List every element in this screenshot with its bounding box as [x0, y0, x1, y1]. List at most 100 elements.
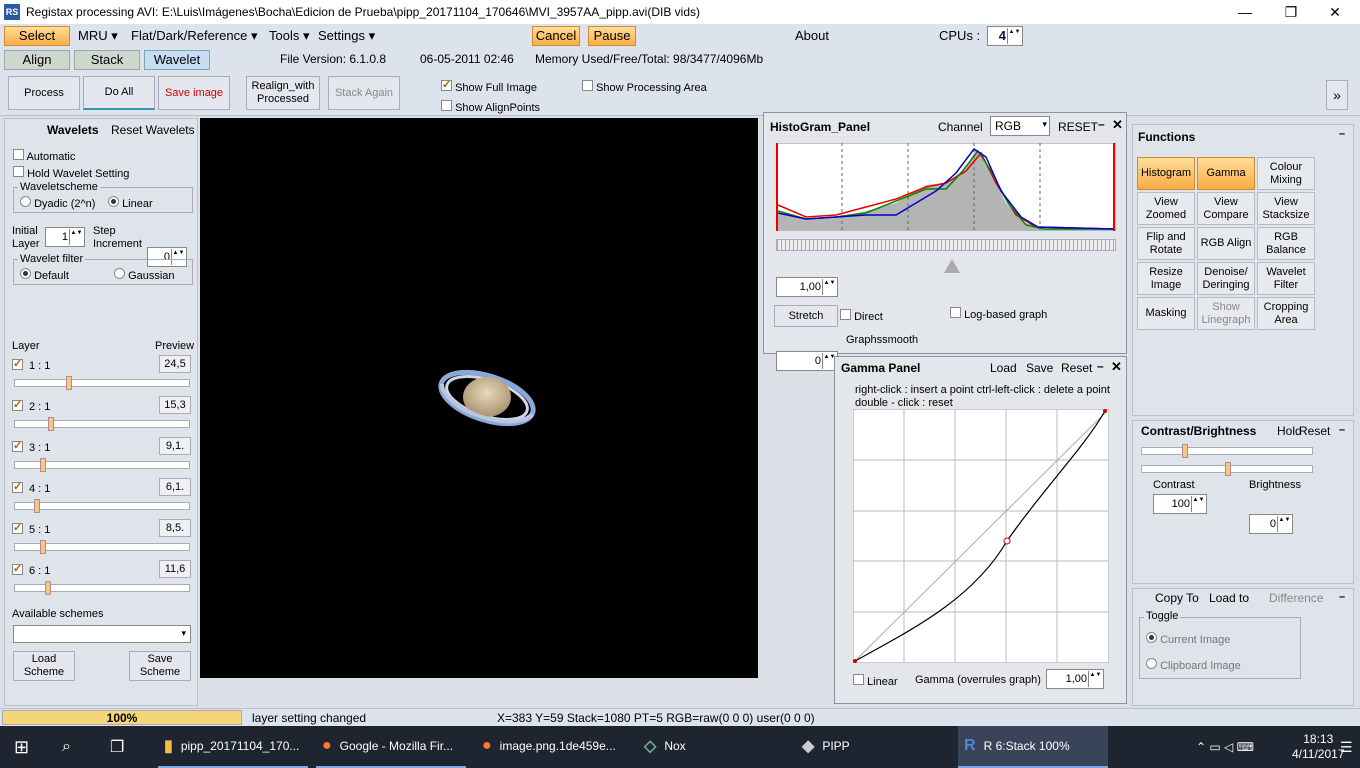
collapse-icon[interactable]: – — [1339, 128, 1345, 140]
taskbar-item[interactable]: ◇ Nox — [638, 726, 788, 768]
wavelet-filter-button[interactable]: Wavelet Filter — [1257, 262, 1315, 295]
view-zoomed-button[interactable]: View Zoomed — [1137, 192, 1195, 225]
tray-icons[interactable]: ⌃ ▭ ◁ ⌨ — [1196, 726, 1254, 768]
gamma-button[interactable]: Gamma — [1197, 157, 1255, 190]
do-all-button[interactable]: Do All — [83, 76, 155, 110]
cropping-area-button[interactable]: Cropping Area — [1257, 297, 1315, 330]
maximize-icon[interactable]: ❐ — [1268, 2, 1314, 22]
layer-slider[interactable] — [14, 581, 190, 595]
search-icon[interactable]: ⌕ — [62, 726, 71, 768]
menu-tools[interactable]: Tools ▾ — [269, 28, 310, 44]
close-icon[interactable]: ✕ — [1111, 359, 1122, 375]
layer-slider[interactable] — [14, 540, 190, 554]
taskbar-item[interactable]: ▮ pipp_20171104_170... — [158, 726, 308, 768]
clipboard-image-radio[interactable]: Clipboard Image — [1146, 658, 1241, 672]
task-view-icon[interactable]: ❐ — [110, 726, 124, 768]
histogram-value-spinner[interactable]: 1,00 — [776, 277, 838, 297]
log-graph-checkbox[interactable]: Log-based graph — [950, 307, 1047, 321]
cancel-button[interactable]: Cancel — [532, 26, 580, 46]
show-processing-area-checkbox[interactable]: Show Processing Area — [582, 80, 707, 94]
reset-wavelets-button[interactable]: Reset Wavelets — [111, 123, 195, 137]
rgb-align-button[interactable]: RGB Align — [1197, 227, 1255, 260]
collapse-icon[interactable]: – — [1339, 424, 1345, 436]
close-icon[interactable]: ✕ — [1312, 2, 1358, 22]
layer-enabled-checkbox[interactable] — [12, 439, 23, 452]
gamma-curve-graph[interactable] — [853, 409, 1109, 663]
gamma-save-button[interactable]: Save — [1026, 361, 1053, 375]
expand-panel-button[interactable]: » — [1326, 80, 1348, 110]
denoise-deringing-button[interactable]: Denoise/ Deringing — [1197, 262, 1255, 295]
direct-checkbox[interactable]: Direct — [840, 309, 883, 323]
resize-image-button[interactable]: Resize Image — [1137, 262, 1195, 295]
slider-triangle-icon[interactable] — [944, 259, 960, 273]
linear-radio[interactable]: Linear — [108, 196, 153, 210]
histogram-min-spinner[interactable]: 0 — [776, 351, 838, 371]
histogram-reset-button[interactable]: RESET — [1058, 120, 1098, 134]
clock[interactable]: 18:13 4/11/2017 — [1292, 732, 1345, 762]
view-compare-button[interactable]: View Compare — [1197, 192, 1255, 225]
layer-enabled-checkbox[interactable] — [12, 562, 23, 575]
menu-settings[interactable]: Settings ▾ — [318, 28, 375, 44]
default-radio[interactable]: Default — [20, 268, 69, 282]
notification-icon[interactable]: ☰ — [1340, 726, 1353, 768]
layer-enabled-checkbox[interactable] — [12, 521, 23, 534]
collapse-icon[interactable]: – — [1097, 359, 1104, 373]
rgb-balance-button[interactable]: RGB Balance — [1257, 227, 1315, 260]
menu-flat-dark-reference[interactable]: Flat/Dark/Reference ▾ — [131, 28, 257, 44]
slider-thumb[interactable] — [1182, 444, 1188, 458]
slider-thumb[interactable] — [44, 581, 51, 595]
stack-again-button[interactable]: Stack Again — [328, 76, 400, 110]
masking-button[interactable]: Masking — [1137, 297, 1195, 330]
schemes-dropdown[interactable]: ▾ — [13, 625, 191, 643]
minimize-icon[interactable]: — — [1222, 2, 1268, 22]
pause-button[interactable]: Pause — [588, 26, 636, 46]
layer-enabled-checkbox[interactable] — [12, 398, 23, 411]
slider-thumb[interactable] — [39, 540, 46, 554]
collapse-icon[interactable]: – — [1339, 591, 1345, 603]
histogram-range-slider[interactable] — [776, 239, 1116, 251]
flip-rotate-button[interactable]: Flip and Rotate — [1137, 227, 1195, 260]
slider-thumb[interactable] — [39, 458, 46, 472]
automatic-checkbox[interactable]: Automatic — [13, 149, 75, 163]
taskbar-item[interactable]: R R 6:Stack 100% — [958, 726, 1108, 768]
gamma-linear-checkbox[interactable]: Linear — [853, 674, 898, 688]
collapse-icon[interactable]: – — [1098, 117, 1105, 131]
load-to-button[interactable]: Load to — [1209, 591, 1249, 605]
save-scheme-button[interactable]: Save Scheme — [129, 651, 191, 681]
taskbar-item[interactable]: ◆ PIPP — [796, 726, 946, 768]
realign-button[interactable]: Realign_with Processed — [246, 76, 320, 110]
windows-start-icon[interactable]: ⊞ — [14, 726, 29, 768]
current-image-radio[interactable]: Current Image — [1146, 632, 1230, 646]
colour-mixing-button[interactable]: Colour Mixing — [1257, 157, 1315, 190]
histogram-graph[interactable] — [776, 143, 1116, 231]
gamma-load-button[interactable]: Load — [990, 361, 1017, 375]
show-full-image-checkbox[interactable]: Show Full Image — [441, 78, 537, 94]
copy-to-button[interactable]: Copy To — [1155, 591, 1199, 605]
dyadic-radio[interactable]: Dyadic (2^n) — [20, 196, 95, 210]
menu-about[interactable]: About — [795, 28, 829, 43]
brightness-slider[interactable] — [1141, 462, 1313, 476]
select-button[interactable]: Select — [4, 26, 70, 46]
hold-wavelet-checkbox[interactable]: Hold Wavelet Setting — [13, 166, 129, 180]
show-linegraph-button[interactable]: Show Linegraph — [1197, 297, 1255, 330]
load-scheme-button[interactable]: Load Scheme — [13, 651, 75, 681]
close-icon[interactable]: ✕ — [1112, 117, 1123, 133]
brightness-spinner[interactable]: 0 — [1249, 514, 1293, 534]
tab-wavelet[interactable]: Wavelet — [144, 50, 210, 70]
difference-button[interactable]: Difference — [1269, 591, 1323, 605]
tab-stack[interactable]: Stack — [74, 50, 140, 70]
taskbar-item[interactable]: ● Google - Mozilla Fir... — [316, 726, 466, 768]
layer-slider[interactable] — [14, 458, 190, 472]
slider-thumb[interactable] — [1225, 462, 1231, 476]
layer-slider[interactable] — [14, 376, 190, 390]
gamma-value-spinner[interactable]: 1,00 — [1046, 669, 1104, 689]
contrast-spinner[interactable]: 100 — [1153, 494, 1207, 514]
layer-enabled-checkbox[interactable] — [12, 357, 23, 370]
gamma-reset-button[interactable]: Reset — [1061, 361, 1092, 375]
view-stacksize-button[interactable]: View Stacksize — [1257, 192, 1315, 225]
image-viewer[interactable] — [200, 118, 758, 678]
show-alignpoints-checkbox[interactable]: Show AlignPoints — [441, 100, 540, 114]
taskbar-item[interactable]: ● image.png.1de459e... — [476, 726, 626, 768]
tab-align[interactable]: Align — [4, 50, 70, 70]
contrast-reset-button[interactable]: Reset — [1299, 424, 1330, 438]
